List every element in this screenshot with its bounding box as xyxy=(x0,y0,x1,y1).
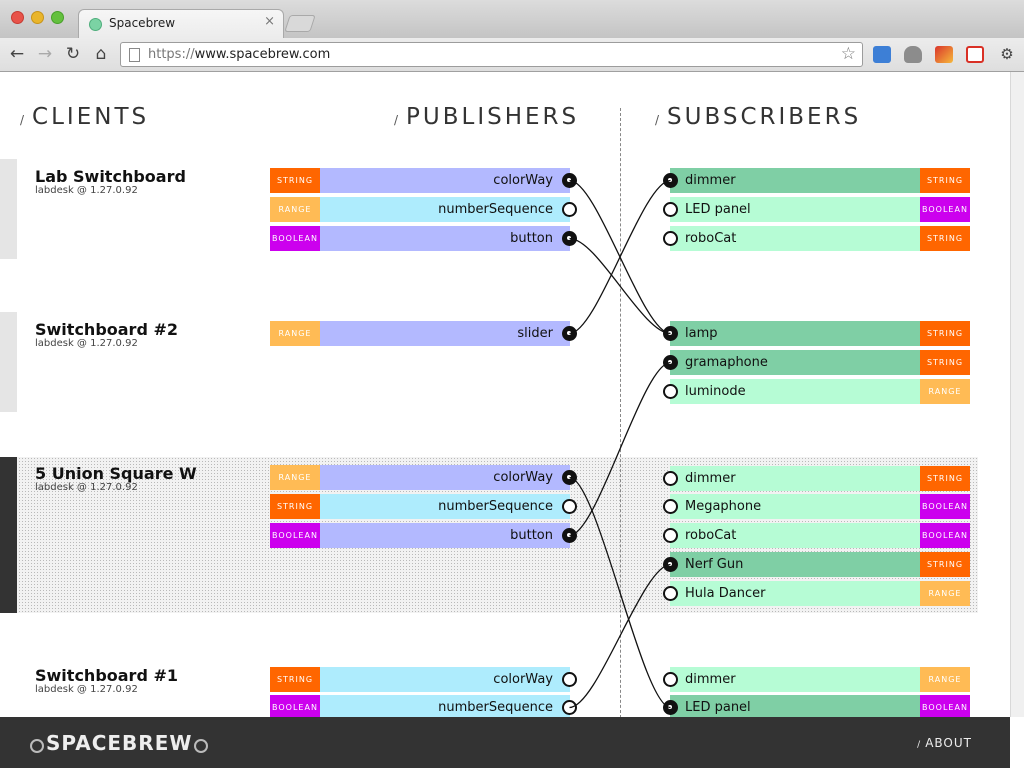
url-text[interactable]: https://www.spacebrew.com xyxy=(148,47,330,62)
new-tab-button[interactable] xyxy=(284,15,316,32)
favicon-icon xyxy=(89,18,102,31)
browser-tab-bar: Spacebrew × xyxy=(0,0,1024,38)
maximize-window-button[interactable] xyxy=(51,11,64,24)
pocket-extension-icon[interactable] xyxy=(904,46,922,63)
back-arrow-icon[interactable]: ← xyxy=(6,44,28,64)
page-icon xyxy=(129,48,140,62)
address-bar[interactable]: https://www.spacebrew.com ☆ xyxy=(120,42,863,67)
footer-bar: SPACEBREW / ABOUT xyxy=(0,717,1010,768)
spacebrew-admin: / CLIENTS / PUBLISHERS / SUBSCRIBERS Lab Sw… xyxy=(0,72,1010,717)
route-wire[interactable] xyxy=(569,361,671,537)
route-wire[interactable] xyxy=(569,179,671,335)
tab-title: Spacebrew xyxy=(109,16,176,30)
route-wire[interactable] xyxy=(569,563,671,709)
browser-tab[interactable]: Spacebrew × xyxy=(78,9,284,38)
minimize-window-button[interactable] xyxy=(31,11,44,24)
route-wires xyxy=(569,179,671,709)
wrench-menu-icon[interactable]: ⚙ xyxy=(996,44,1018,64)
download-extension-icon[interactable] xyxy=(873,46,891,63)
tab-close-button[interactable]: × xyxy=(264,14,275,29)
reload-icon[interactable]: ↻ xyxy=(62,44,84,64)
about-link[interactable]: / ABOUT xyxy=(917,736,972,750)
gmail-extension-icon[interactable] xyxy=(966,46,984,63)
route-wire[interactable] xyxy=(569,237,671,335)
spacebrew-logo[interactable]: SPACEBREW xyxy=(29,731,209,755)
route-wire[interactable] xyxy=(569,476,671,709)
bookmark-star-icon[interactable]: ☆ xyxy=(841,44,856,64)
home-icon[interactable]: ⌂ xyxy=(90,44,112,64)
close-window-button[interactable] xyxy=(11,11,24,24)
page-scrollbar[interactable] xyxy=(1010,72,1024,717)
forward-arrow-icon[interactable]: → xyxy=(34,44,56,64)
pdf-extension-icon[interactable] xyxy=(935,46,953,63)
browser-toolbar: ← → ↻ ⌂ https://www.spacebrew.com ☆ ⚙ xyxy=(0,38,1024,72)
